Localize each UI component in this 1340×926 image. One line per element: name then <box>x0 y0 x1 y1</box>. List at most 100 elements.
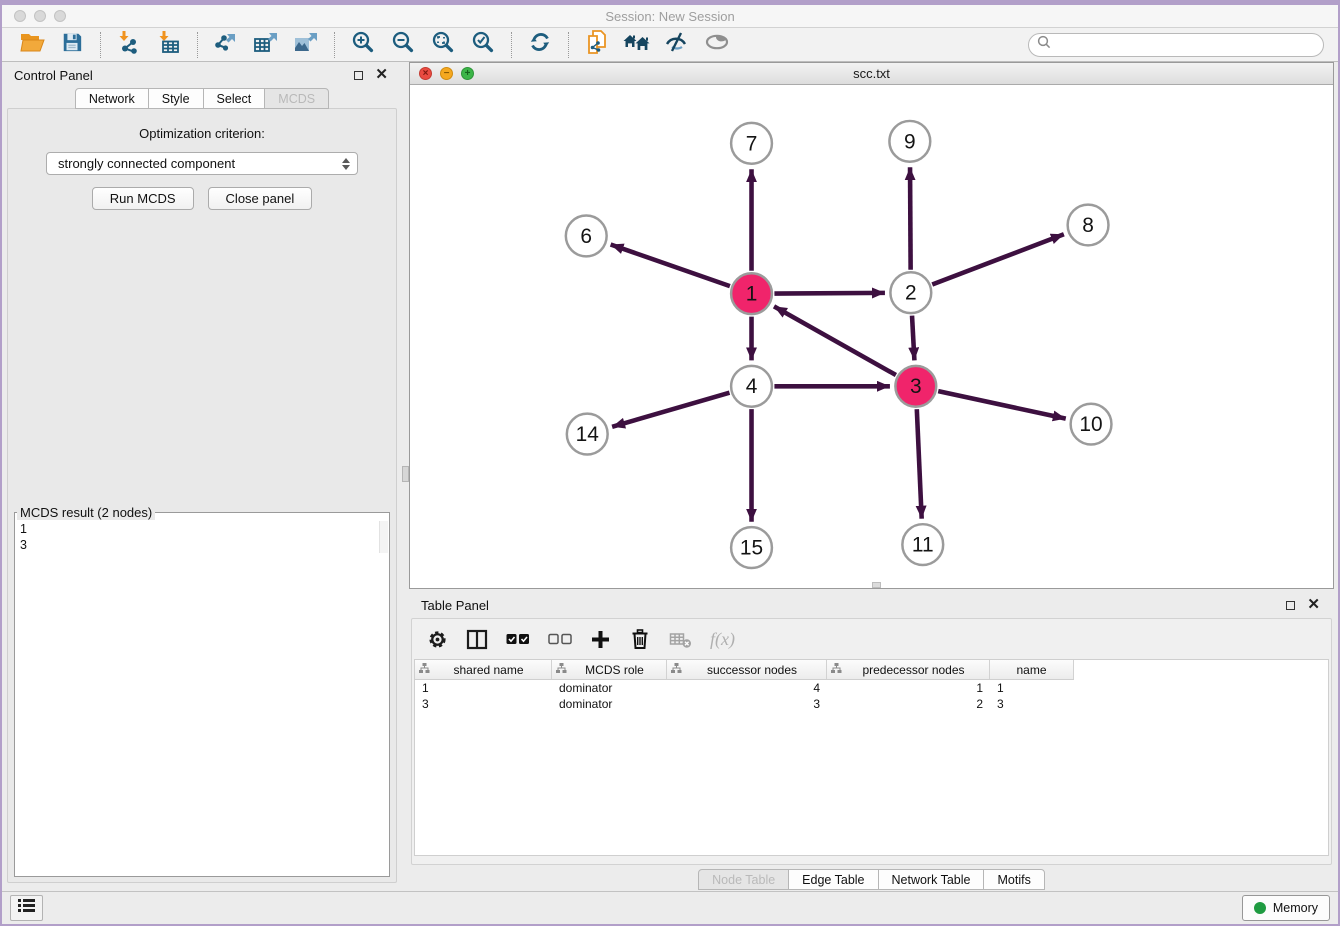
refresh-layout-button[interactable] <box>524 31 556 59</box>
export-network-button[interactable] <box>210 31 242 59</box>
add-column-icon[interactable] <box>590 629 611 650</box>
table-row[interactable]: 1dominator411 <box>415 680 1328 696</box>
toolbar-separator <box>100 32 101 58</box>
table-panel-header: Table Panel ✕ <box>409 592 1334 618</box>
search-box[interactable] <box>1028 33 1324 57</box>
edge-1-2[interactable] <box>774 293 885 294</box>
cell: 1 <box>415 681 552 695</box>
list-icon <box>18 898 35 918</box>
tab-edge-table[interactable]: Edge Table <box>788 869 878 890</box>
status-bar: Memory <box>2 891 1338 924</box>
sort-hierarchy-icon <box>831 663 842 677</box>
split-columns-icon[interactable] <box>466 629 488 650</box>
edge-2-3[interactable] <box>912 316 914 361</box>
toolbar-separator <box>568 32 569 58</box>
export-image-button[interactable] <box>290 31 322 59</box>
node-table[interactable]: shared nameMCDS rolesuccessor nodesprede… <box>414 659 1329 856</box>
cell: 3 <box>990 697 1074 711</box>
cell: 3 <box>415 697 552 711</box>
mcds-result-text: 1 3 <box>15 520 389 554</box>
canvas-resize-handle[interactable] <box>872 582 881 588</box>
open-session-button[interactable] <box>16 31 48 59</box>
criterion-select[interactable]: strongly connected component <box>46 152 358 175</box>
zoom-fit-icon <box>431 30 455 59</box>
show-all-button[interactable] <box>701 31 733 59</box>
edge-2-8[interactable] <box>932 234 1064 284</box>
network-canvas[interactable]: 7968124314101511 <box>410 85 1333 588</box>
import-network-button[interactable] <box>113 31 145 59</box>
toolbar-separator <box>334 32 335 58</box>
export-table-icon <box>253 30 279 59</box>
splitter-handle-icon[interactable] <box>402 466 409 482</box>
app-titlebar: Session: New Session <box>2 5 1338 28</box>
gear-icon[interactable] <box>427 629 448 650</box>
select-all-columns-icon[interactable] <box>506 633 530 645</box>
column-header-successor-nodes[interactable]: successor nodes <box>667 660 827 679</box>
tab-network[interactable]: Network <box>75 88 149 109</box>
node-label-1: 1 <box>746 283 758 306</box>
result-scrollbar[interactable] <box>379 521 388 553</box>
control-panel: Control Panel ✕ NetworkStyleSelectMCDS O… <box>2 62 402 891</box>
memory-button[interactable]: Memory <box>1242 895 1330 921</box>
run-mcds-button[interactable]: Run MCDS <box>92 187 194 210</box>
main-area: Control Panel ✕ NetworkStyleSelectMCDS O… <box>2 62 1338 891</box>
table-panel-body: f(x) shared nameMCDS rolesuccessor nodes… <box>411 618 1332 865</box>
network-graph[interactable]: 7968124314101511 <box>410 85 1333 588</box>
duplicate-network-icon <box>585 29 609 60</box>
tab-network-table[interactable]: Network Table <box>878 869 985 890</box>
edge-3-10[interactable] <box>938 391 1066 418</box>
edge-4-14[interactable] <box>612 393 729 427</box>
search-input[interactable] <box>1057 37 1315 52</box>
cell: dominator <box>552 697 667 711</box>
network-window-titlebar: × − + scc.txt <box>410 63 1333 85</box>
sort-hierarchy-icon <box>556 663 567 677</box>
float-panel-icon[interactable] <box>354 71 363 80</box>
table-row[interactable]: 3dominator323 <box>415 696 1328 712</box>
column-header-predecessor-nodes[interactable]: predecessor nodes <box>827 660 990 679</box>
zoom-selected-button[interactable] <box>467 31 499 59</box>
tab-style[interactable]: Style <box>148 88 204 109</box>
table-panel-title: Table Panel <box>421 598 1274 613</box>
tab-node-table[interactable]: Node Table <box>698 869 789 890</box>
optimization-criterion-label: Optimization criterion: <box>139 126 265 141</box>
table-toolbar: f(x) <box>412 619 1331 659</box>
tab-mcds[interactable]: MCDS <box>264 88 329 109</box>
float-table-panel-icon[interactable] <box>1286 601 1295 610</box>
edge-3-11[interactable] <box>917 409 922 519</box>
export-network-icon <box>214 30 238 59</box>
cell: 1 <box>990 681 1074 695</box>
column-header-name[interactable]: name <box>990 660 1074 679</box>
edge-2-9[interactable] <box>910 167 911 270</box>
close-panel-button[interactable]: Close panel <box>208 187 313 210</box>
duplicate-network-button[interactable] <box>581 31 613 59</box>
close-table-panel-icon[interactable]: ✕ <box>1307 600 1320 610</box>
select-stepper-icon <box>342 158 350 170</box>
cell: 2 <box>827 697 990 711</box>
tab-select[interactable]: Select <box>203 88 266 109</box>
save-session-button[interactable] <box>56 31 88 59</box>
refresh-icon <box>528 30 552 59</box>
export-table-button[interactable] <box>250 31 282 59</box>
deselect-all-columns-icon[interactable] <box>548 633 572 645</box>
table-body: 1dominator4113dominator323 <box>415 680 1328 712</box>
column-header-MCDS-role[interactable]: MCDS role <box>552 660 667 679</box>
edge-3-1[interactable] <box>774 306 896 375</box>
delete-column-icon[interactable] <box>629 628 651 650</box>
delete-table-icon[interactable] <box>669 629 692 649</box>
task-history-button[interactable] <box>10 895 43 921</box>
tab-motifs[interactable]: Motifs <box>983 869 1044 890</box>
edge-1-6[interactable] <box>611 244 730 286</box>
zoom-out-button[interactable] <box>387 31 419 59</box>
cell: dominator <box>552 681 667 695</box>
function-builder-icon[interactable]: f(x) <box>710 629 735 650</box>
node-label-11: 11 <box>912 534 934 557</box>
first-neighbors-button[interactable] <box>621 31 653 59</box>
zoom-in-button[interactable] <box>347 31 379 59</box>
close-panel-icon[interactable]: ✕ <box>375 70 388 80</box>
column-header-shared-name[interactable]: shared name <box>415 660 552 679</box>
zoom-fit-button[interactable] <box>427 31 459 59</box>
import-table-button[interactable] <box>153 31 185 59</box>
eye-slash-icon <box>664 31 690 58</box>
panel-splitter[interactable] <box>402 62 409 891</box>
hide-selected-button[interactable] <box>661 31 693 59</box>
